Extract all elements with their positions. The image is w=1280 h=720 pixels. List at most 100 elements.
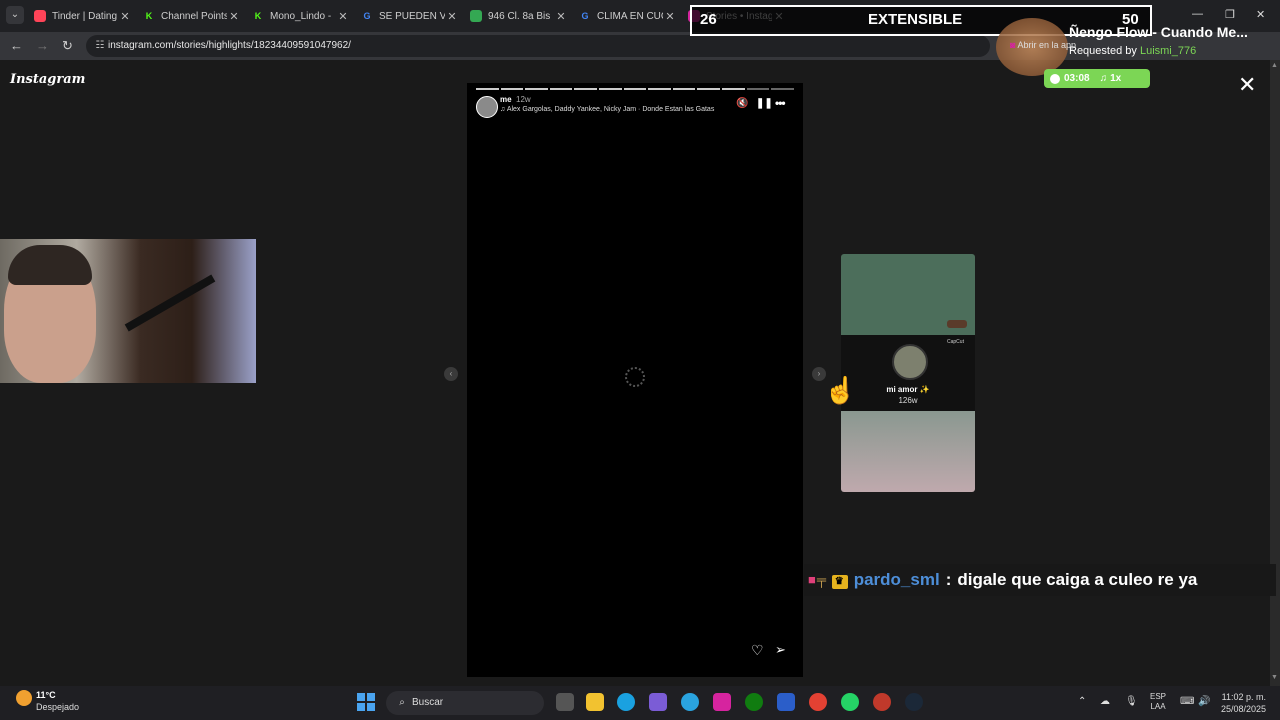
maximize-button[interactable]: ❐ <box>1225 8 1235 21</box>
telegram-icon[interactable] <box>681 693 699 711</box>
start-icon[interactable] <box>357 693 375 711</box>
browser-tab[interactable]: K Channel Points ✕ <box>137 4 241 28</box>
back-icon[interactable]: ← <box>10 38 23 53</box>
mute-icon[interactable]: 🔇 <box>736 98 748 109</box>
gun-badge-icon: ╤ <box>816 571 828 587</box>
story-avatar[interactable] <box>476 96 498 118</box>
tab-search-button[interactable]: ⌄ <box>6 6 24 24</box>
next-story-preview[interactable]: CapCut mi amor ✨ 126w <box>841 254 975 492</box>
taskbar-clock[interactable]: 11:02 p. m. 25/08/2025 <box>1220 691 1266 715</box>
pause-icon[interactable]: ❚❚ <box>756 98 773 109</box>
microphone-arm <box>124 274 216 332</box>
music-note-icon: ♫ <box>1099 73 1108 84</box>
weather-temp[interactable]: 11°C <box>36 690 56 700</box>
whatsapp-icon[interactable] <box>841 693 859 711</box>
chat-message: ■╤ ♛ pardo_sml : digale que caiga a cule… <box>804 564 1276 596</box>
share-icon[interactable]: ➢ <box>775 642 786 658</box>
story-progress-bar <box>476 88 794 90</box>
loading-spinner-icon <box>625 367 645 387</box>
browser-tab[interactable]: Tinder | Dating ✕ <box>28 4 132 28</box>
file-explorer-icon[interactable] <box>586 693 604 711</box>
progress-segment <box>771 88 794 90</box>
story-song-text: Alex Gargolas, Daddy Yankee, Nicky Jam ·… <box>506 106 715 113</box>
tab-title: CLIMA EN CUC <box>597 10 663 22</box>
progress-segment <box>476 88 499 90</box>
tab-favicon-icon <box>470 10 482 22</box>
progress-segment <box>722 88 745 90</box>
show-hidden-icons[interactable]: ⌃ <box>1078 696 1086 707</box>
copilot-icon[interactable] <box>649 693 667 711</box>
xbox-icon[interactable] <box>745 693 763 711</box>
taskbar-search[interactable]: ⌕ Buscar <box>386 691 544 715</box>
song-time: 03:08 <box>1064 73 1090 84</box>
progress-segment <box>574 88 598 90</box>
clock-time: 11:02 p. m. <box>1221 692 1266 702</box>
song-title: Ñengo Flow - Cuando Me... <box>1069 24 1248 40</box>
weather-icon[interactable] <box>16 690 32 706</box>
store-icon[interactable] <box>777 693 795 711</box>
browser-tab[interactable]: 946 Cl. 8a Bis ✕ <box>464 4 568 28</box>
wifi-icon[interactable]: ⌨ <box>1180 696 1194 707</box>
progress-segment <box>599 88 622 90</box>
like-icon[interactable]: ♡ <box>751 642 764 659</box>
clock-icon <box>1050 73 1060 84</box>
forward-icon[interactable]: → <box>36 38 49 53</box>
scroll-up-icon[interactable]: ▲ <box>1271 62 1278 69</box>
open-in-app-link[interactable]: ◙ Abrir en la app <box>1010 40 1076 50</box>
close-tab-icon[interactable]: ✕ <box>445 10 459 23</box>
story-song[interactable]: ♫ Alex Gargolas, Daddy Yankee, Nicky Jam… <box>500 106 714 113</box>
tab-title: SE PUEDEN VE <box>379 10 445 22</box>
tab-favicon-icon <box>34 10 46 22</box>
preview-badge <box>947 320 967 328</box>
tab-favicon-icon: G <box>581 11 589 21</box>
browser-tab[interactable]: G SE PUEDEN VE✕ <box>355 4 459 28</box>
chat-text: digale que caiga a culeo re ya <box>957 570 1198 589</box>
language-indicator[interactable]: ESP LAA <box>1150 692 1166 712</box>
progress-segment <box>648 88 671 90</box>
close-window-button[interactable]: ✕ <box>1256 8 1265 21</box>
instagram-app-icon[interactable] <box>713 693 731 711</box>
microphone-icon[interactable]: 🎙 <box>1125 696 1138 707</box>
close-tab-icon[interactable]: ✕ <box>227 10 241 23</box>
site-info-icon[interactable]: ☷ <box>92 35 108 57</box>
close-tab-icon[interactable]: ✕ <box>554 10 568 23</box>
progress-segment <box>697 88 721 90</box>
scroll-down-icon[interactable]: ▼ <box>1271 674 1278 681</box>
more-options-icon[interactable]: ••• <box>775 96 786 110</box>
webcam-feed <box>0 239 256 383</box>
tab-title: 946 Cl. 8a Bis <box>488 10 551 22</box>
network-off-icon[interactable]: ☁ <box>1100 696 1110 707</box>
story-viewer[interactable]: me 12w ♫ Alex Gargolas, Daddy Yankee, Ni… <box>467 83 803 677</box>
close-tab-icon[interactable]: ✕ <box>336 10 350 23</box>
previous-story-icon[interactable]: ‹ <box>444 367 458 381</box>
progress-segment <box>623 88 647 90</box>
song-requester: Requested by Luismi_776 <box>1069 45 1196 57</box>
browser-tab[interactable]: K Mono_Lindo - ✕ <box>246 4 350 28</box>
edge-icon[interactable] <box>617 693 635 711</box>
lang-secondary: LAA <box>1150 702 1166 711</box>
volume-icon[interactable]: 🔊 <box>1198 696 1210 707</box>
obs-icon[interactable] <box>873 693 891 711</box>
tab-title: Channel Points <box>161 10 227 22</box>
close-tab-icon[interactable]: ✕ <box>118 10 132 23</box>
steam-icon[interactable] <box>905 693 923 711</box>
hand-cursor-icon: ☝ <box>824 375 857 405</box>
preview-time: 126w <box>898 396 918 405</box>
chrome-icon[interactable] <box>809 693 827 711</box>
tab-favicon-icon: K <box>254 11 262 21</box>
task-view-icon[interactable] <box>556 693 574 711</box>
weather-status[interactable]: Despejado <box>36 702 79 712</box>
progress-segment <box>746 88 770 90</box>
instagram-logo[interactable]: Instagram <box>10 72 85 87</box>
progress-segment <box>549 88 573 90</box>
address-bar[interactable]: ☷ instagram.com/stories/highlights/182344… <box>86 35 990 57</box>
url-text: instagram.com/stories/highlights/1823440… <box>108 40 351 51</box>
reload-icon[interactable]: ↻ <box>62 38 73 54</box>
progress-segment <box>500 88 524 90</box>
clock-date: 25/08/2025 <box>1220 704 1266 714</box>
minimize-button[interactable]: — <box>1192 8 1203 20</box>
close-stories-button[interactable]: ✕ <box>1238 72 1256 98</box>
browser-tab[interactable]: G CLIMA EN CUC ✕ <box>573 4 677 28</box>
close-tab-icon[interactable]: ✕ <box>663 10 677 23</box>
story-username[interactable]: me <box>500 95 512 104</box>
